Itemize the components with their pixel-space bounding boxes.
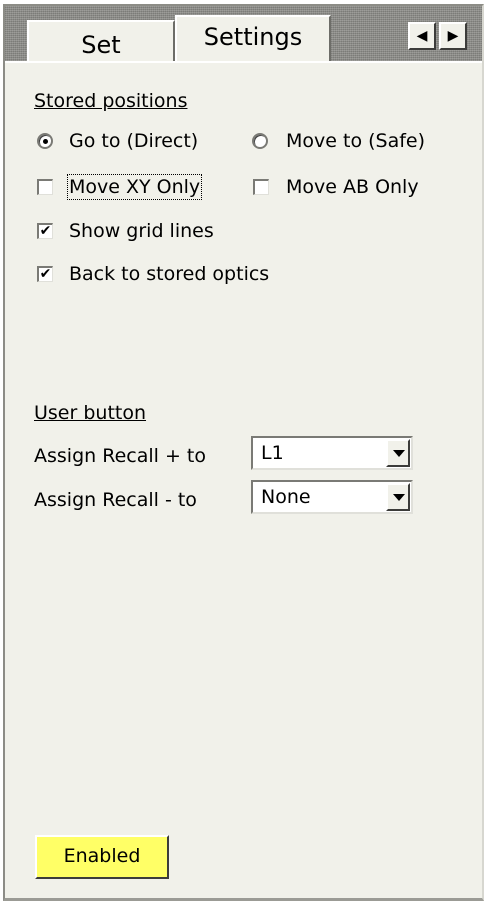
tab-content-edge bbox=[5, 61, 482, 63]
assign-recall-minus-label: Assign Recall - to bbox=[34, 489, 197, 511]
assign-recall-plus-dropdown-button[interactable] bbox=[386, 439, 410, 467]
checkbox-back-to-stored-optics-label[interactable]: Back to stored optics bbox=[69, 263, 269, 285]
assign-recall-plus-select[interactable]: L1 bbox=[251, 436, 413, 470]
radio-go-to-direct-label[interactable]: Go to (Direct) bbox=[69, 130, 198, 152]
tab-scroll-left-button[interactable]: ◀ bbox=[408, 22, 436, 50]
radio-move-to-safe-label[interactable]: Move to (Safe) bbox=[286, 130, 425, 152]
stored-positions-heading: Stored positions bbox=[34, 90, 188, 112]
tab-scroll-right-button[interactable]: ▶ bbox=[439, 22, 467, 50]
chevron-down-icon bbox=[393, 450, 405, 457]
tab-settings[interactable]: Settings bbox=[175, 15, 331, 61]
assign-recall-plus-value: L1 bbox=[261, 442, 284, 464]
checkmark-icon: ✔ bbox=[39, 223, 52, 239]
assign-recall-minus-dropdown-button[interactable] bbox=[386, 483, 410, 511]
enabled-button-label: Enabled bbox=[63, 845, 141, 867]
tab-set[interactable]: Set bbox=[27, 20, 175, 61]
checkmark-icon: ✔ bbox=[39, 266, 52, 282]
arrow-right-icon: ▶ bbox=[447, 28, 459, 44]
checkbox-move-xy-only-label[interactable]: Move XY Only bbox=[66, 174, 203, 200]
assign-recall-plus-label: Assign Recall + to bbox=[34, 445, 206, 467]
arrow-left-icon: ◀ bbox=[416, 28, 428, 44]
radio-go-to-direct[interactable] bbox=[37, 133, 53, 149]
assign-recall-minus-select[interactable]: None bbox=[251, 480, 413, 514]
checkbox-show-grid-lines-label[interactable]: Show grid lines bbox=[69, 220, 214, 242]
settings-panel: Set Settings ◀ ▶ Stored positions Go to … bbox=[3, 4, 484, 901]
tab-set-label: Set bbox=[81, 31, 121, 59]
checkbox-move-xy-only[interactable] bbox=[37, 179, 53, 195]
chevron-down-icon bbox=[393, 494, 405, 501]
checkbox-show-grid-lines[interactable]: ✔ bbox=[37, 223, 53, 239]
radio-move-to-safe[interactable] bbox=[252, 133, 268, 149]
assign-recall-minus-value: None bbox=[261, 486, 311, 508]
checkbox-move-ab-only-label[interactable]: Move AB Only bbox=[286, 176, 419, 198]
radio-selected-dot bbox=[43, 139, 48, 144]
enabled-button[interactable]: Enabled bbox=[35, 835, 169, 879]
user-button-heading: User button bbox=[34, 402, 147, 424]
checkbox-back-to-stored-optics[interactable]: ✔ bbox=[37, 266, 53, 282]
tab-settings-label: Settings bbox=[203, 23, 303, 51]
checkbox-move-ab-only[interactable] bbox=[253, 179, 269, 195]
